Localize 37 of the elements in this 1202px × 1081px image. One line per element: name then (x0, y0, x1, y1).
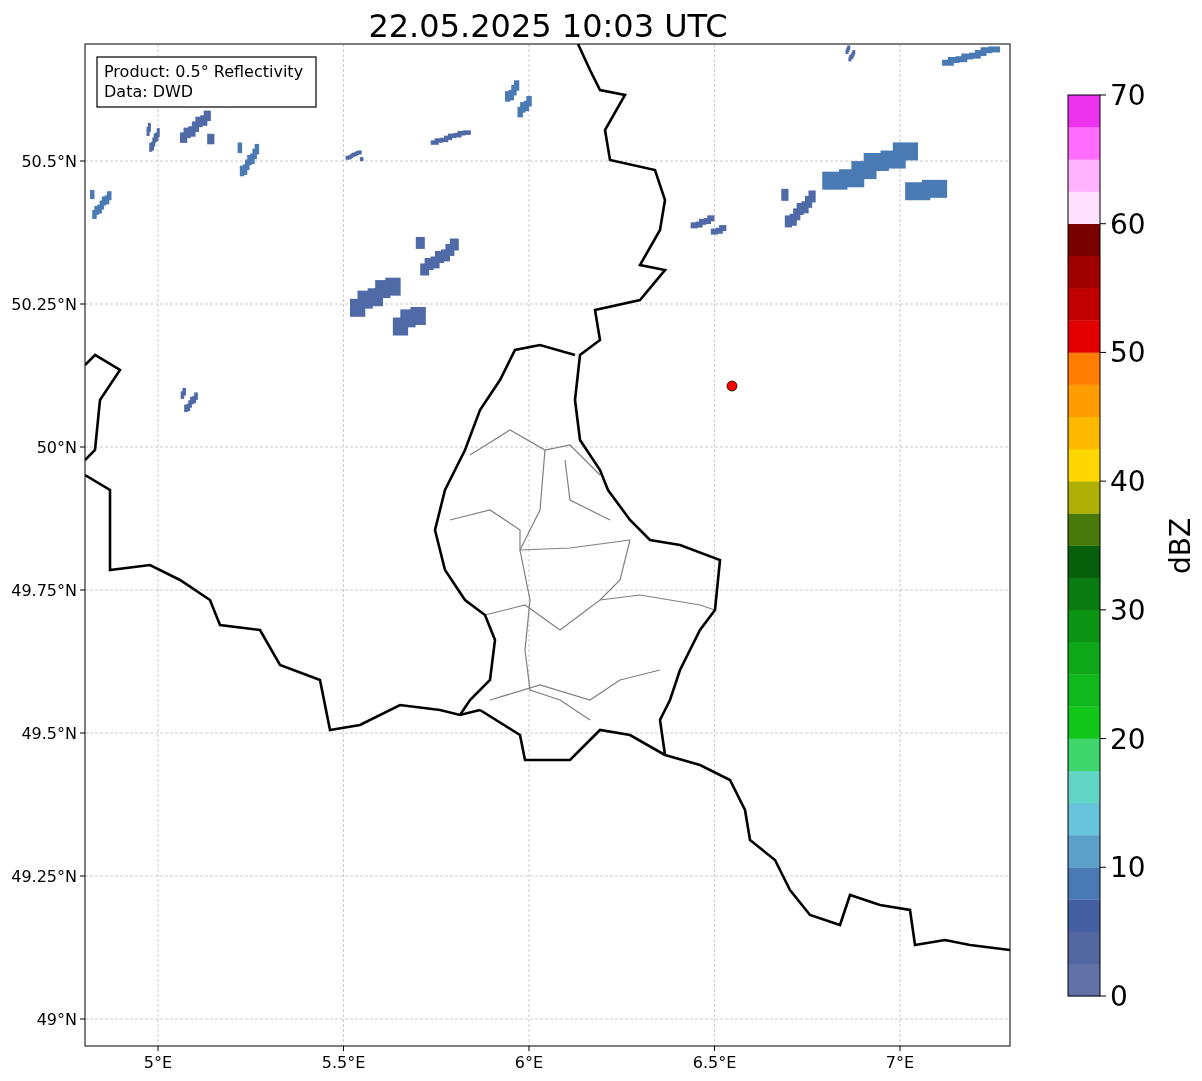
longitude-label: 6.5°E (692, 1053, 737, 1072)
longitude-label: 6°E (514, 1053, 544, 1072)
info-text: Data: DWD (104, 82, 194, 101)
colorbar-tick-label: 50 (1110, 336, 1146, 370)
colorbar-label: dBZ (1164, 517, 1197, 575)
longitude-label: 7°E (885, 1053, 915, 1072)
figure-title: 22.05.2025 10:03 UTC (368, 7, 728, 45)
site-marker (726, 380, 738, 392)
longitude-label: 5.5°E (321, 1053, 366, 1072)
colorbar-tick-label: 60 (1110, 207, 1146, 241)
radar-echo (942, 46, 1001, 66)
latitude-label: 49.5°N (21, 724, 77, 743)
latitude-label: 50.25°N (11, 295, 77, 314)
colorbar-tick-label: 40 (1110, 465, 1146, 499)
radar-echo (430, 130, 471, 145)
radar-echo (505, 80, 532, 118)
colorbar-tick-label: 10 (1110, 851, 1146, 885)
info-text: Product: 0.5° Reflectivity (104, 62, 304, 81)
radar-echo (180, 110, 215, 145)
radar-echo (345, 150, 364, 162)
colorbar-tick-label: 20 (1110, 722, 1146, 756)
colorbar-tick-label: 70 (1110, 79, 1146, 112)
longitude-label: 5°E (143, 1053, 173, 1072)
radar-echo (237, 142, 260, 177)
radar-echo (90, 190, 112, 219)
radar-echo (690, 215, 727, 235)
latitude-label: 50°N (36, 438, 77, 457)
radar-echo (146, 122, 160, 152)
latitude-label: 49.75°N (11, 581, 77, 600)
colorbar-tick-label: 0 (1110, 980, 1128, 1013)
colorbar-tick-label: 30 (1110, 593, 1146, 627)
radar-echo (845, 45, 856, 62)
latitude-label: 50.5°N (21, 152, 77, 171)
latitude-label: 49°N (36, 1010, 77, 1029)
radar-echo (180, 388, 198, 413)
radar-echo (781, 188, 816, 228)
latitude-label: 49.25°N (11, 867, 77, 886)
